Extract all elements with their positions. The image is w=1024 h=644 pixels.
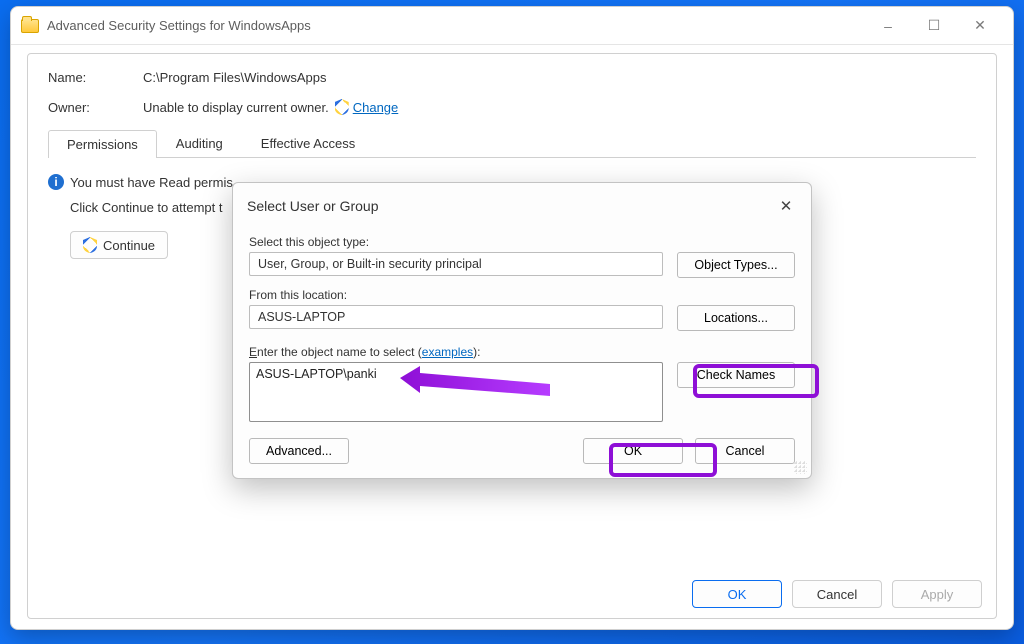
advanced-button[interactable]: Advanced... [249,438,349,464]
maximize-button[interactable]: ☐ [911,11,957,41]
shield-icon [335,99,349,115]
continue-button-label: Continue [103,238,155,253]
object-type-field[interactable]: User, Group, or Built-in security princi… [249,252,663,276]
object-types-button[interactable]: Object Types... [677,252,795,278]
name-label: Name: [48,70,143,85]
location-field[interactable]: ASUS-LAPTOP [249,305,663,329]
examples-link[interactable]: examples [422,345,473,359]
dialog-close-button[interactable]: ✕ [773,193,799,219]
object-name-input[interactable] [249,362,663,422]
window-button-bar: OK Cancel Apply [692,580,982,608]
dialog-ok-button[interactable]: OK [583,438,683,464]
folder-icon [21,19,39,33]
window-ok-button[interactable]: OK [692,580,782,608]
dialog-titlebar: Select User or Group ✕ [233,183,811,227]
owner-value: Unable to display current owner. [143,100,329,115]
locations-button[interactable]: Locations... [677,305,795,331]
window-title: Advanced Security Settings for WindowsAp… [47,18,311,33]
tab-effective-access[interactable]: Effective Access [242,129,374,157]
shield-icon [83,237,97,253]
dialog-title: Select User or Group [247,198,379,214]
location-label: From this location: [249,288,795,302]
continue-button[interactable]: Continue [70,231,168,259]
tab-auditing[interactable]: Auditing [157,129,242,157]
check-names-button[interactable]: Check Names [677,362,795,388]
window-apply-button[interactable]: Apply [892,580,982,608]
owner-row: Owner: Unable to display current owner. … [48,99,976,115]
tab-permissions[interactable]: Permissions [48,130,157,158]
close-button[interactable]: ✕ [957,11,1003,41]
titlebar: Advanced Security Settings for WindowsAp… [11,7,1013,45]
info-text: You must have Read permis [70,175,233,190]
window-controls: – ☐ ✕ [865,11,1003,41]
dialog-body: Select this object type: User, Group, or… [233,227,811,478]
tabs: Permissions Auditing Effective Access [48,129,976,158]
owner-label: Owner: [48,100,143,115]
dialog-cancel-button[interactable]: Cancel [695,438,795,464]
enter-object-label: Enter the object name to select (example… [249,345,795,359]
name-row: Name: C:\Program Files\WindowsApps [48,70,976,85]
dialog-button-bar: Advanced... OK Cancel [249,438,795,464]
minimize-button[interactable]: – [865,11,911,41]
name-value: C:\Program Files\WindowsApps [143,70,327,85]
resize-grip-icon[interactable] [793,460,807,474]
window-cancel-button[interactable]: Cancel [792,580,882,608]
info-icon: i [48,174,64,190]
select-user-dialog: Select User or Group ✕ Select this objec… [232,182,812,479]
object-type-label: Select this object type: [249,235,795,249]
change-owner-link[interactable]: Change [353,100,399,115]
